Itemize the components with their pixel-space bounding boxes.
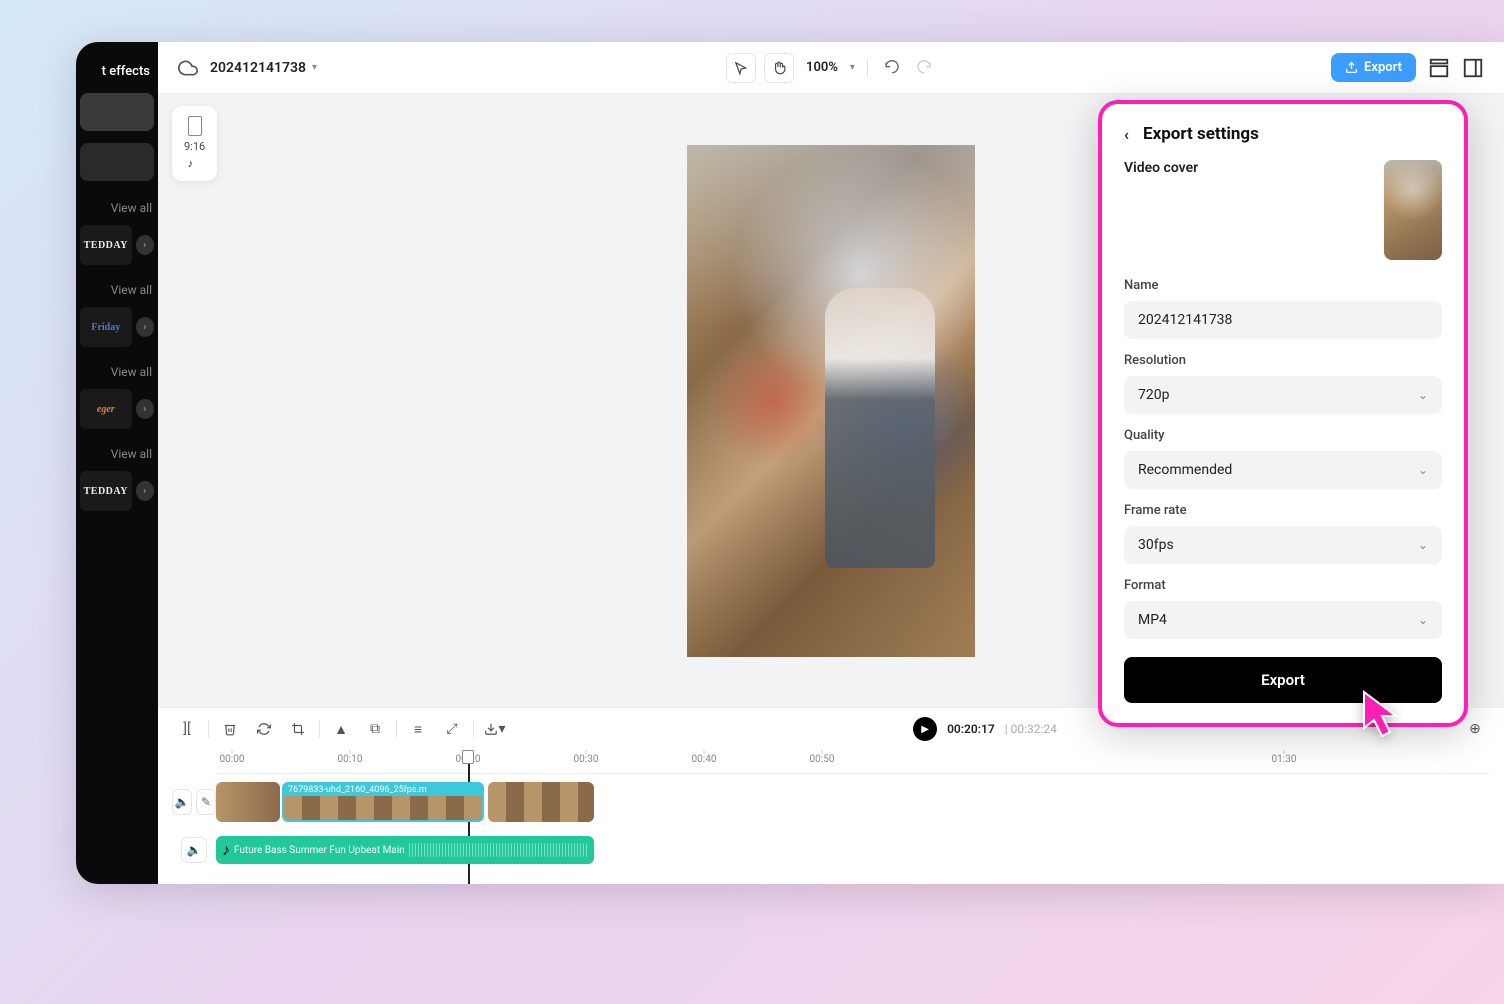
sidebar-category-1[interactable] <box>80 93 154 131</box>
undo-button[interactable] <box>880 54 904 82</box>
format-select[interactable]: MP4⌄ <box>1124 601 1442 639</box>
music-icon: ♪ <box>222 840 230 860</box>
canvas-tools: 100% ▾ <box>726 53 936 83</box>
time-total: | 00:32:24 <box>1005 722 1057 736</box>
panel-icon[interactable] <box>1462 57 1484 79</box>
mirror-button[interactable]: ▲ <box>326 714 356 744</box>
zoom-level[interactable]: 100% <box>806 60 838 75</box>
chevron-down-icon: ⌄ <box>1418 538 1428 552</box>
video-track: 🔈 ✎ 7679833-uhd_2160_4096_25fps.m <box>172 780 1490 824</box>
export-button[interactable]: Export <box>1331 53 1416 82</box>
time-ruler[interactable]: 00:00 00:10 00:20 00:30 00:40 00:50 01:3… <box>216 750 1490 774</box>
preset-row-2[interactable]: Friday › <box>76 303 158 351</box>
name-input[interactable]: 202412141738 <box>1124 301 1442 339</box>
panel-title: Export settings <box>1143 124 1259 144</box>
hand-tool[interactable] <box>764 53 794 83</box>
cursor-indicator <box>1360 688 1408 748</box>
preset-row-4[interactable]: TEDDAY › <box>76 467 158 515</box>
video-preview[interactable] <box>687 145 975 657</box>
sidebar-title: t effects <box>76 42 158 87</box>
chevron-down-icon[interactable]: ▾ <box>850 62 855 73</box>
preset-row-1[interactable]: TEDDAY › <box>76 221 158 269</box>
mute-icon[interactable]: 🔈 <box>172 789 192 815</box>
upload-icon <box>1345 61 1358 74</box>
back-button[interactable]: ‹ <box>1124 125 1129 144</box>
video-cover-thumb[interactable] <box>1384 160 1442 260</box>
delete-button[interactable] <box>215 714 245 744</box>
time-current: 00:20:17 <box>947 722 995 736</box>
preset-row-3[interactable]: eger › <box>76 385 158 433</box>
timeline: 00:00 00:10 00:20 00:30 00:40 00:50 01:3… <box>158 750 1504 884</box>
crop-button[interactable] <box>283 714 313 744</box>
cloud-icon <box>178 58 198 78</box>
chevron-down-icon[interactable]: ▾ <box>312 62 317 73</box>
video-clip-1[interactable] <box>216 782 280 822</box>
chevron-right-icon[interactable]: › <box>136 481 154 501</box>
aspect-icon <box>188 116 202 136</box>
framerate-select[interactable]: 30fps⌄ <box>1124 526 1442 564</box>
project-name[interactable]: 202412141738 <box>210 60 306 76</box>
play-button[interactable]: ▶ <box>913 717 937 741</box>
view-all-1[interactable]: View all <box>76 187 158 221</box>
view-all-2[interactable]: View all <box>76 269 158 303</box>
chevron-down-icon: ⌄ <box>1418 463 1428 477</box>
sidebar-category-2[interactable] <box>80 143 154 181</box>
audio-track: 🔈 ♪ Future Bass Summer Fun Upbeat Main <box>172 828 1490 872</box>
view-all-4[interactable]: View all <box>76 433 158 467</box>
view-all-3[interactable]: View all <box>76 351 158 385</box>
resolution-select[interactable]: 720p⌄ <box>1124 376 1442 414</box>
quality-select[interactable]: Recommended⌄ <box>1124 451 1442 489</box>
tiktok-icon: ♪ <box>188 157 202 171</box>
edit-icon[interactable]: ✎ <box>196 789 216 815</box>
pointer-tool[interactable] <box>726 53 756 83</box>
chevron-right-icon[interactable]: › <box>136 399 154 419</box>
copy-button[interactable]: ⧉ <box>360 714 390 744</box>
export-settings-panel: ‹ Export settings Video cover Name 20241… <box>1098 100 1468 727</box>
chevron-right-icon[interactable]: › <box>136 235 154 255</box>
zoom-in-button[interactable]: ⊕ <box>1460 714 1490 744</box>
layout-icon[interactable] <box>1428 57 1450 79</box>
video-clip-3[interactable] <box>488 782 594 822</box>
effects-sidebar: t effects View all TEDDAY › View all Fri… <box>76 42 158 884</box>
video-cover-label: Video cover <box>1124 160 1198 176</box>
chevron-right-icon[interactable]: › <box>136 317 154 337</box>
chevron-down-icon: ⌄ <box>1418 613 1428 627</box>
top-bar: 202412141738 ▾ 100% ▾ Export <box>158 42 1504 94</box>
adjust-button[interactable]: ≡ <box>403 714 433 744</box>
divider <box>867 58 868 78</box>
video-clip-2-selected[interactable]: 7679833-uhd_2160_4096_25fps.m <box>282 782 484 822</box>
audio-clip[interactable]: ♪ Future Bass Summer Fun Upbeat Main <box>216 836 594 864</box>
download-button[interactable]: ▾ <box>480 714 510 744</box>
mute-icon[interactable]: 🔈 <box>181 837 207 863</box>
aspect-ratio-badge[interactable]: 9:16 ♪ <box>172 106 217 181</box>
chevron-down-icon: ⌄ <box>1418 388 1428 402</box>
rotate-button[interactable] <box>249 714 279 744</box>
topbar-right: Export <box>1331 53 1484 82</box>
redo-button[interactable] <box>912 54 936 82</box>
timeline-panel: ][ ▲ ⧉ ≡ ⤢ ▾ ▶ 00:20:17 | 00:32:24 <box>158 707 1504 884</box>
speed-button[interactable]: ⤢ <box>437 714 467 744</box>
split-tool[interactable]: ][ <box>172 714 202 744</box>
